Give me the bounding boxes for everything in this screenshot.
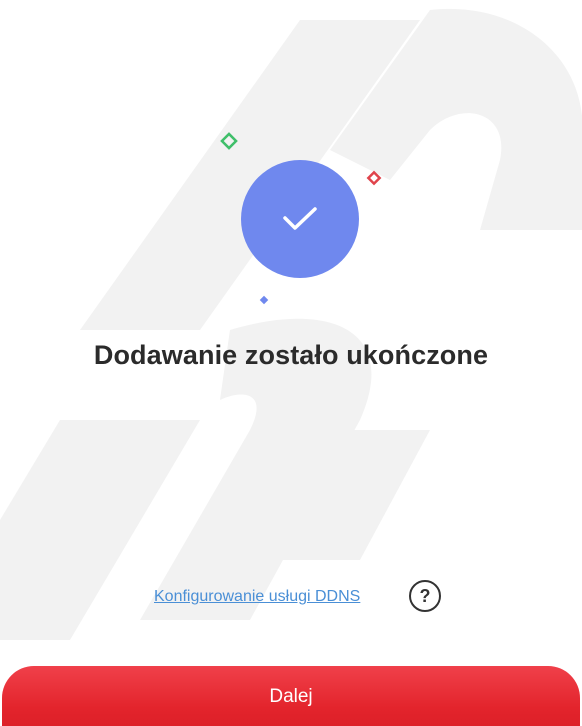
success-illustration bbox=[0, 0, 582, 330]
question-mark-icon[interactable]: ? bbox=[409, 580, 441, 612]
watermark-stroke bbox=[260, 430, 430, 560]
next-button-label: Dalej bbox=[269, 686, 313, 707]
setup-complete-screen: Dodawanie zostało ukończone Konfigurowan… bbox=[0, 0, 582, 726]
ddns-row: Konfigurowanie usługi DDNS ? bbox=[0, 580, 582, 616]
sparkle-green-icon bbox=[220, 132, 238, 150]
sparkle-blue-icon bbox=[259, 295, 269, 305]
page-title: Dodawanie zostało ukończone bbox=[93, 340, 489, 370]
checkmark-icon bbox=[282, 206, 318, 232]
next-button[interactable]: Dalej bbox=[2, 666, 580, 726]
sparkle-red-icon bbox=[366, 170, 382, 186]
ddns-config-link[interactable]: Konfigurowanie usługi DDNS bbox=[154, 588, 360, 606]
success-badge bbox=[241, 160, 359, 278]
